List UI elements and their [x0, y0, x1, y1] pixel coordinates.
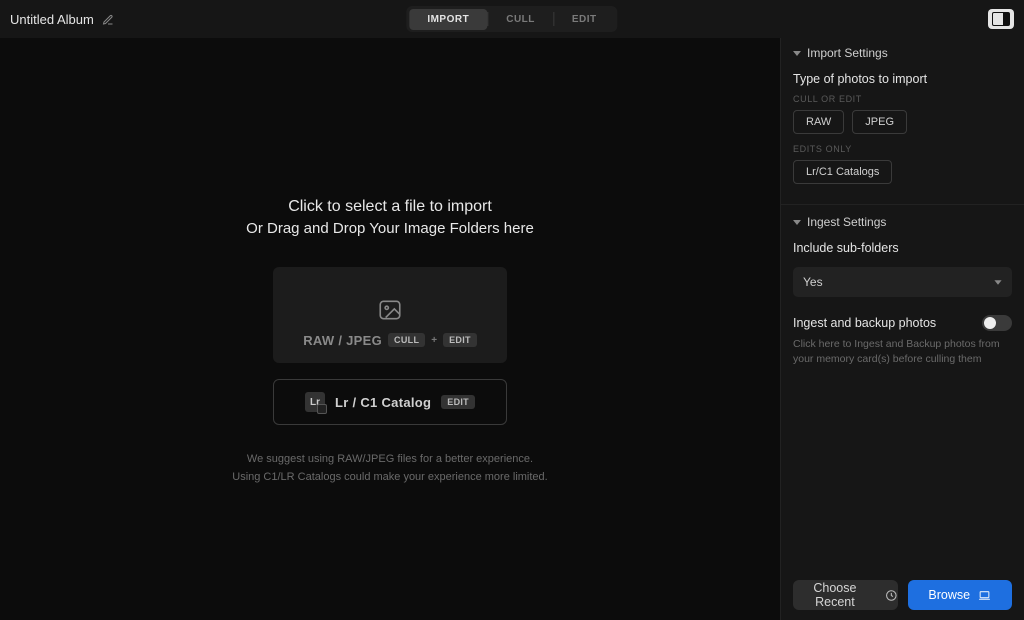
ingest-backup-helper: Click here to Ingest and Backup photos f… [793, 337, 1012, 367]
lightroom-icon: Lr [305, 392, 325, 412]
mode-tabs: Import Cull Edit [406, 6, 617, 32]
album-title: Untitled Album [10, 12, 94, 27]
chip-row-edits-only: Lr/C1 Catalogs [793, 160, 1012, 184]
tab-import[interactable]: Import [409, 9, 487, 30]
ingest-backup-row: Ingest and backup photos [793, 315, 1012, 331]
edit-icon [102, 13, 114, 25]
edits-only-meta: Edits Only [793, 144, 1012, 154]
main: Click to select a file to import Or Drag… [0, 38, 1024, 620]
drop-zone[interactable]: Click to select a file to import Or Drag… [0, 38, 780, 620]
type-of-photos-label: Type of photos to import [793, 72, 1012, 86]
tile-catalog-label: Lr / C1 Catalog [335, 395, 431, 410]
include-subfolders-label: Include sub-folders [793, 241, 1012, 255]
import-headline: Click to select a file to import [288, 198, 492, 216]
pill-cull: Cull [388, 333, 425, 347]
divider [781, 204, 1024, 205]
album-title-wrap[interactable]: Untitled Album [10, 12, 114, 27]
chip-catalogs[interactable]: Lr/C1 Catalogs [793, 160, 892, 184]
section-title: Import Settings [807, 46, 888, 60]
tile-raw-label-row: RAW / JPEG Cull + Edit [303, 333, 477, 348]
laptop-icon [978, 589, 991, 602]
tile-raw-label: RAW / JPEG [303, 333, 382, 348]
ingest-backup-label: Ingest and backup photos [793, 316, 936, 330]
panel-toggle-button[interactable] [988, 9, 1014, 29]
import-hint: We suggest using RAW/JPEG files for a be… [232, 451, 547, 486]
browse-button[interactable]: Browse [908, 580, 1013, 610]
tile-raw-jpeg[interactable]: RAW / JPEG Cull + Edit [273, 267, 507, 363]
hint-line: Using C1/LR Catalogs could make your exp… [232, 469, 547, 487]
section-import-settings[interactable]: Import Settings [793, 46, 1012, 60]
section-ingest-settings[interactable]: Ingest Settings [793, 215, 1012, 229]
chip-jpeg[interactable]: JPEG [852, 110, 907, 134]
image-icon [376, 297, 404, 323]
sidebar: Import Settings Type of photos to import… [780, 38, 1024, 620]
tab-cull[interactable]: Cull [488, 9, 553, 30]
tile-catalog[interactable]: Lr Lr / C1 Catalog Edit [273, 379, 507, 425]
chevron-down-icon [793, 51, 801, 56]
chip-raw[interactable]: RAW [793, 110, 844, 134]
choose-recent-button[interactable]: Choose Recent [793, 580, 898, 610]
clock-icon [885, 589, 898, 602]
sidebar-icon [992, 12, 1010, 26]
section-title: Ingest Settings [807, 215, 886, 229]
button-label: Choose Recent [793, 581, 877, 609]
pill-edit: Edit [443, 333, 477, 347]
chevron-down-icon [994, 280, 1001, 285]
plus-icon: + [431, 335, 437, 346]
topbar: Untitled Album Import Cull Edit [0, 0, 1024, 38]
select-value: Yes [803, 275, 823, 289]
chip-row-cull-edit: RAW JPEG [793, 110, 1012, 134]
button-label: Browse [928, 588, 970, 602]
pill-edit: Edit [441, 395, 475, 409]
sidebar-footer: Choose Recent Browse [793, 570, 1012, 610]
ingest-backup-toggle[interactable] [982, 315, 1012, 331]
include-subfolders-select[interactable]: Yes [793, 267, 1012, 297]
tab-edit[interactable]: Edit [554, 9, 615, 30]
hint-line: We suggest using RAW/JPEG files for a be… [232, 451, 547, 469]
import-subhead: Or Drag and Drop Your Image Folders here [246, 220, 534, 237]
cull-or-edit-meta: Cull or Edit [793, 94, 1012, 104]
chevron-down-icon [793, 220, 801, 225]
